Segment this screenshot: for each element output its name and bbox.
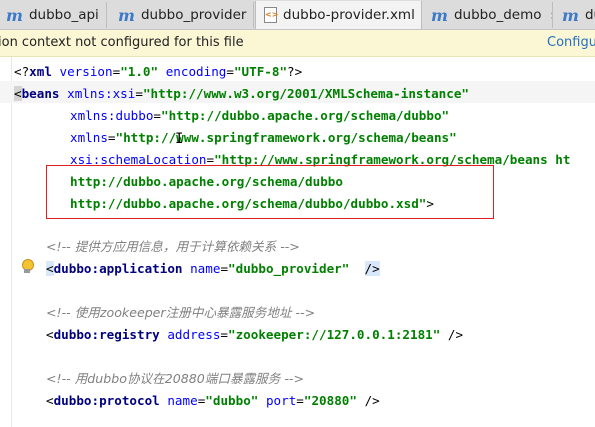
annotation-box	[46, 165, 494, 219]
maven-module-icon: m	[562, 5, 579, 25]
code-line-3: xmlns:dubbo="http://dubbo.apache.org/sch…	[70, 108, 450, 123]
xml-file-icon: <>	[263, 7, 278, 23]
code-line-registry: <dubbo:registry address="zookeeper://127…	[46, 327, 464, 342]
editor-notification-bar: ion context not configured for this file…	[0, 30, 595, 57]
code-comment-3: <!-- 用dubbo协议在20880端口暴露服务 -->	[46, 371, 305, 386]
tab-label: du	[584, 7, 595, 23]
code-comment-2: <!-- 使用zookeeper注册中心暴露服务地址 -->	[46, 305, 316, 320]
maven-module-icon: m	[431, 5, 448, 25]
code-line-4: xmlns="http://www.springframework.org/sc…	[70, 130, 457, 145]
tab-label: dubbo_api	[28, 7, 99, 23]
text-cursor-icon: I	[175, 131, 183, 147]
close-tab-icon[interactable]: ×	[550, 9, 553, 22]
intention-bulb-icon[interactable]	[20, 259, 34, 275]
maven-module-icon: m	[118, 5, 135, 25]
fold-gutter-divider	[11, 57, 12, 427]
code-line-protocol: <dubbo:protocol name="dubbo" port="20880…	[46, 393, 380, 408]
maven-module-icon: m	[6, 5, 23, 25]
tab-overflow[interactable]: m du	[554, 2, 595, 28]
tab-dubbo-api[interactable]: m dubbo_api	[0, 2, 107, 28]
code-comment-1: <!-- 提供方应用信息，用于计算依赖关系 -->	[46, 239, 300, 254]
tab-label: dubbo-provider.xml	[283, 7, 415, 23]
code-line-2: <beans xmlns:xsi="http://www.w3.org/2001…	[14, 86, 469, 101]
tab-dubbo-demo[interactable]: m dubbo_demo ×	[423, 2, 553, 28]
tab-label: dubbo_demo	[453, 7, 542, 23]
code-line-application: <dubbo:application name="dubbo_provider"…	[46, 261, 380, 276]
tab-label: dubbo_provider	[140, 7, 247, 23]
notification-text: ion context not configured for this file	[0, 35, 244, 50]
code-line-1: <?xml version="1.0" encoding="UTF-8"?>	[14, 64, 303, 79]
configure-link[interactable]: Configu	[547, 35, 595, 50]
editor-tab-bar: m dubbo_api m dubbo_provider <> dubbo-pr…	[0, 0, 595, 30]
tab-dubbo-provider[interactable]: m dubbo_provider	[108, 2, 254, 28]
tab-dubbo-provider-xml[interactable]: <> dubbo-provider.xml	[255, 1, 422, 29]
